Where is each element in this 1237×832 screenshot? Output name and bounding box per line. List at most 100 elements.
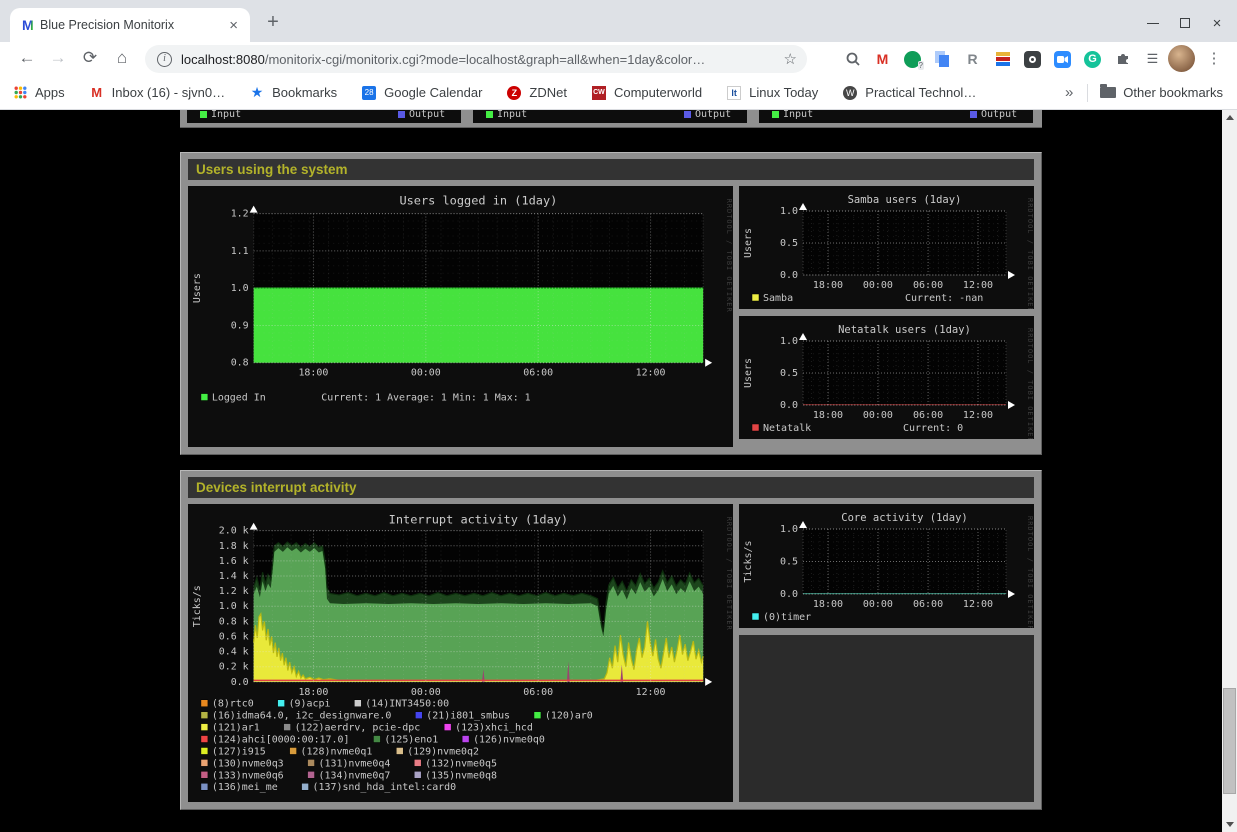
bookmark-item[interactable]: MInbox (16) - sjvn0… (89, 85, 225, 101)
cutoff-graph-panel: Input Output (473, 110, 747, 123)
svg-text:12:00: 12:00 (636, 687, 666, 698)
network-graphs-section-cutoff: InputOutputInputOutputInputOutput (180, 110, 1042, 128)
bookmark-label: Practical Technol… (865, 85, 976, 100)
zdnet-icon: Z (506, 85, 522, 101)
section-devices: Devices interrupt activity Interrupt act… (180, 470, 1042, 810)
svg-text:06:00: 06:00 (523, 687, 553, 698)
empty-cell (739, 635, 1034, 802)
gmail-icon[interactable]: M (871, 46, 894, 72)
svg-text:0.0: 0.0 (780, 400, 798, 411)
svg-text:(132)nvme0q5: (132)nvme0q5 (425, 758, 497, 769)
bookmark-star-icon[interactable]: ☆ (784, 50, 797, 68)
page-info-icon[interactable]: i (157, 52, 172, 67)
bookmark-label: ZDNet (529, 85, 567, 100)
interrupt-activity-graph[interactable]: Interrupt activity (1day)Ticks/s2.0 k1.8… (188, 504, 733, 802)
svg-text:RRDTOOL / TOBI OETIKER: RRDTOOL / TOBI OETIKER (1026, 328, 1034, 439)
profile-avatar[interactable] (1168, 45, 1195, 72)
window-close-button[interactable]: × (1202, 12, 1232, 34)
core-activity-graph[interactable]: Core activity (1day)Ticks/s1.00.50.018:0… (739, 504, 1034, 628)
svg-text:Users: Users (743, 228, 754, 258)
legend-output: Output (684, 110, 731, 120)
scrollbar-up-icon[interactable] (1222, 110, 1237, 125)
svg-text:(133)nvme0q6: (133)nvme0q6 (212, 770, 284, 781)
bookmark-item[interactable]: WPractical Technol… (842, 85, 976, 101)
svg-text:0.5: 0.5 (780, 368, 798, 379)
bookmarks-overflow-chevron[interactable]: » (1065, 84, 1073, 101)
forward-button[interactable]: → (45, 45, 71, 71)
svg-text:Users: Users (192, 273, 203, 303)
linuxtoday-icon: lt (726, 85, 742, 101)
svg-text:1.1: 1.1 (231, 246, 249, 257)
keeper-icon[interactable] (1021, 46, 1044, 72)
svg-text:(125)eno1: (125)eno1 (384, 735, 438, 746)
svg-text:18:00: 18:00 (813, 410, 843, 421)
svg-text:Ticks/s: Ticks/s (192, 585, 203, 627)
star-icon: ★ (249, 85, 265, 101)
scrollbar[interactable] (1222, 110, 1237, 832)
reload-button[interactable]: ⟳ (77, 45, 103, 71)
reader-icon[interactable]: R (961, 46, 984, 72)
legend-input: Input (772, 110, 813, 120)
svg-text:0.0: 0.0 (780, 589, 798, 600)
bookmark-item[interactable]: 28Google Calendar (361, 85, 482, 101)
svg-text:Netatalk users (1day): Netatalk users (1day) (838, 324, 971, 336)
svg-text:Current: 1 Average:: Current: 1 Average: 1 Min: 1 Max: 1 (321, 393, 530, 404)
home-button[interactable]: ⌂ (109, 45, 135, 71)
svg-text:12:00: 12:00 (636, 368, 666, 379)
svg-text:1.6 k: 1.6 k (219, 556, 249, 567)
svg-text:06:00: 06:00 (913, 280, 943, 291)
zoom-icon[interactable] (1051, 46, 1074, 72)
browser-menu-icon[interactable]: ⋮ (1205, 46, 1223, 72)
bookmark-item[interactable]: Apps (12, 85, 65, 101)
bookmark-item[interactable]: ★Bookmarks (249, 85, 337, 101)
bookmark-item[interactable]: CWComputerworld (591, 85, 702, 101)
url-text[interactable]: localhost:8080/monitorix-cgi/monitorix.c… (181, 52, 784, 67)
tab-strip: M Blue Precision Monitorix × + × (0, 0, 1237, 42)
back-button[interactable]: ← (14, 45, 40, 71)
svg-text:12:00: 12:00 (963, 599, 993, 610)
browser-tab[interactable]: M Blue Precision Monitorix × (10, 8, 250, 42)
cutoff-graph-panel: InputOutput (187, 110, 461, 123)
browser-toolbar: ← → ⟳ ⌂ i localhost:8080/monitorix-cgi/m… (0, 42, 1237, 76)
bookmark-label: Linux Today (749, 85, 818, 100)
bookmark-item[interactable]: lt Linux Today (726, 85, 818, 101)
svg-text:1.8 k: 1.8 k (219, 541, 249, 552)
svg-text:(135)nvme0q8: (135)nvme0q8 (425, 770, 497, 781)
svg-text:(131)nvme0q4: (131)nvme0q4 (319, 758, 391, 769)
tab-close-icon[interactable]: × (225, 17, 242, 34)
copy-icon[interactable] (931, 46, 954, 72)
cutoff-graph-panel: InputOutput (759, 110, 1033, 123)
puzzle-icon[interactable] (1111, 46, 1134, 72)
monitorix-favicon-icon: M (22, 17, 40, 33)
svg-text:18:00: 18:00 (813, 599, 843, 610)
books-icon[interactable] (991, 46, 1014, 72)
bookmark-item[interactable]: Z ZDNet (506, 85, 567, 101)
search-icon[interactable] (841, 46, 864, 72)
other-bookmarks-button[interactable]: Other bookmarks (1100, 85, 1223, 100)
netatalk-users-graph[interactable]: Netatalk users (1day)Users1.00.50.018:00… (739, 316, 1034, 439)
svg-text:(124)ahci[0000:00:17.0]: (124)ahci[0000:00:17.0] (212, 735, 350, 746)
page-content: InputOutputInputOutputInputOutput Users … (0, 110, 1222, 832)
window-minimize-button[interactable] (1138, 12, 1168, 34)
svg-text:00:00: 00:00 (411, 687, 441, 698)
svg-text:0.0: 0.0 (780, 270, 798, 281)
computerworld-icon: CW (591, 85, 607, 101)
scrollbar-down-icon[interactable] (1222, 817, 1237, 832)
svg-text:Logged In: Logged In (212, 393, 266, 404)
users-logged-in-graph[interactable]: Users logged in (1day)Users1.21.11.00.90… (188, 186, 733, 447)
legend-input: Input (486, 110, 527, 120)
grammarly-icon[interactable]: G (1081, 46, 1104, 72)
samba-users-graph[interactable]: Samba users (1day)Users1.00.50.018:0000:… (739, 186, 1034, 309)
svg-text:0.9: 0.9 (231, 320, 249, 331)
svg-text:06:00: 06:00 (523, 368, 553, 379)
svg-text:00:00: 00:00 (863, 280, 893, 291)
voice-icon[interactable]: ? (901, 46, 924, 72)
new-tab-button[interactable]: + (260, 10, 286, 36)
window-maximize-button[interactable] (1170, 12, 1200, 34)
svg-text:Users: Users (743, 358, 754, 388)
playlist-icon[interactable]: ☰ (1141, 46, 1164, 72)
address-bar[interactable]: i localhost:8080/monitorix-cgi/monitorix… (145, 45, 807, 73)
scrollbar-thumb[interactable] (1223, 688, 1236, 794)
output-swatch-icon (970, 111, 977, 118)
svg-text:0.5: 0.5 (780, 557, 798, 568)
